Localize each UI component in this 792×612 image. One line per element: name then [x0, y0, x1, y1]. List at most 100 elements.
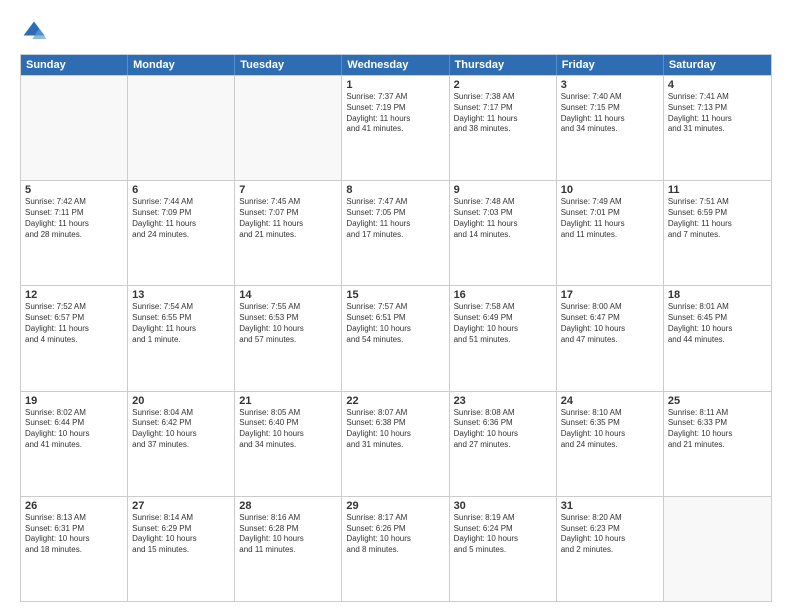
day-cell-30: 30Sunrise: 8:19 AM Sunset: 6:24 PM Dayli… — [450, 497, 557, 601]
day-info: Sunrise: 7:55 AM Sunset: 6:53 PM Dayligh… — [239, 302, 337, 345]
day-number: 2 — [454, 79, 552, 91]
calendar-row-4: 26Sunrise: 8:13 AM Sunset: 6:31 PM Dayli… — [21, 496, 771, 601]
day-cell-19: 19Sunrise: 8:02 AM Sunset: 6:44 PM Dayli… — [21, 392, 128, 496]
calendar-row-0: 1Sunrise: 7:37 AM Sunset: 7:19 PM Daylig… — [21, 75, 771, 180]
day-number: 19 — [25, 395, 123, 407]
day-info: Sunrise: 7:44 AM Sunset: 7:09 PM Dayligh… — [132, 197, 230, 240]
day-cell-31: 31Sunrise: 8:20 AM Sunset: 6:23 PM Dayli… — [557, 497, 664, 601]
day-info: Sunrise: 8:08 AM Sunset: 6:36 PM Dayligh… — [454, 408, 552, 451]
day-number: 22 — [346, 395, 444, 407]
day-cell-3: 3Sunrise: 7:40 AM Sunset: 7:15 PM Daylig… — [557, 76, 664, 180]
day-number: 15 — [346, 289, 444, 301]
day-cell-24: 24Sunrise: 8:10 AM Sunset: 6:35 PM Dayli… — [557, 392, 664, 496]
day-info: Sunrise: 7:52 AM Sunset: 6:57 PM Dayligh… — [25, 302, 123, 345]
day-info: Sunrise: 7:41 AM Sunset: 7:13 PM Dayligh… — [668, 92, 767, 135]
weekday-header-wednesday: Wednesday — [342, 55, 449, 75]
day-cell-25: 25Sunrise: 8:11 AM Sunset: 6:33 PM Dayli… — [664, 392, 771, 496]
day-info: Sunrise: 8:11 AM Sunset: 6:33 PM Dayligh… — [668, 408, 767, 451]
day-cell-16: 16Sunrise: 7:58 AM Sunset: 6:49 PM Dayli… — [450, 286, 557, 390]
day-cell-9: 9Sunrise: 7:48 AM Sunset: 7:03 PM Daylig… — [450, 181, 557, 285]
calendar-row-1: 5Sunrise: 7:42 AM Sunset: 7:11 PM Daylig… — [21, 180, 771, 285]
day-info: Sunrise: 8:14 AM Sunset: 6:29 PM Dayligh… — [132, 513, 230, 556]
day-cell-23: 23Sunrise: 8:08 AM Sunset: 6:36 PM Dayli… — [450, 392, 557, 496]
day-cell-5: 5Sunrise: 7:42 AM Sunset: 7:11 PM Daylig… — [21, 181, 128, 285]
day-cell-8: 8Sunrise: 7:47 AM Sunset: 7:05 PM Daylig… — [342, 181, 449, 285]
day-number: 29 — [346, 500, 444, 512]
day-info: Sunrise: 8:17 AM Sunset: 6:26 PM Dayligh… — [346, 513, 444, 556]
header — [20, 18, 772, 46]
day-cell-13: 13Sunrise: 7:54 AM Sunset: 6:55 PM Dayli… — [128, 286, 235, 390]
day-number: 3 — [561, 79, 659, 91]
day-info: Sunrise: 7:58 AM Sunset: 6:49 PM Dayligh… — [454, 302, 552, 345]
calendar-row-2: 12Sunrise: 7:52 AM Sunset: 6:57 PM Dayli… — [21, 285, 771, 390]
day-cell-4: 4Sunrise: 7:41 AM Sunset: 7:13 PM Daylig… — [664, 76, 771, 180]
logo — [20, 18, 52, 46]
day-info: Sunrise: 7:45 AM Sunset: 7:07 PM Dayligh… — [239, 197, 337, 240]
day-cell-27: 27Sunrise: 8:14 AM Sunset: 6:29 PM Dayli… — [128, 497, 235, 601]
day-cell-empty-0-2 — [235, 76, 342, 180]
day-number: 6 — [132, 184, 230, 196]
weekday-header-saturday: Saturday — [664, 55, 771, 75]
calendar-header: SundayMondayTuesdayWednesdayThursdayFrid… — [21, 55, 771, 75]
day-info: Sunrise: 8:04 AM Sunset: 6:42 PM Dayligh… — [132, 408, 230, 451]
day-info: Sunrise: 7:38 AM Sunset: 7:17 PM Dayligh… — [454, 92, 552, 135]
day-info: Sunrise: 8:07 AM Sunset: 6:38 PM Dayligh… — [346, 408, 444, 451]
day-cell-empty-4-6 — [664, 497, 771, 601]
day-cell-10: 10Sunrise: 7:49 AM Sunset: 7:01 PM Dayli… — [557, 181, 664, 285]
day-cell-empty-0-0 — [21, 76, 128, 180]
day-cell-20: 20Sunrise: 8:04 AM Sunset: 6:42 PM Dayli… — [128, 392, 235, 496]
day-number: 8 — [346, 184, 444, 196]
day-number: 4 — [668, 79, 767, 91]
day-number: 18 — [668, 289, 767, 301]
day-info: Sunrise: 8:19 AM Sunset: 6:24 PM Dayligh… — [454, 513, 552, 556]
day-number: 13 — [132, 289, 230, 301]
day-number: 20 — [132, 395, 230, 407]
logo-icon — [20, 18, 48, 46]
day-cell-21: 21Sunrise: 8:05 AM Sunset: 6:40 PM Dayli… — [235, 392, 342, 496]
day-cell-empty-0-1 — [128, 76, 235, 180]
day-cell-14: 14Sunrise: 7:55 AM Sunset: 6:53 PM Dayli… — [235, 286, 342, 390]
day-number: 12 — [25, 289, 123, 301]
day-info: Sunrise: 7:51 AM Sunset: 6:59 PM Dayligh… — [668, 197, 767, 240]
day-cell-17: 17Sunrise: 8:00 AM Sunset: 6:47 PM Dayli… — [557, 286, 664, 390]
weekday-header-thursday: Thursday — [450, 55, 557, 75]
day-info: Sunrise: 7:57 AM Sunset: 6:51 PM Dayligh… — [346, 302, 444, 345]
day-info: Sunrise: 7:49 AM Sunset: 7:01 PM Dayligh… — [561, 197, 659, 240]
day-cell-6: 6Sunrise: 7:44 AM Sunset: 7:09 PM Daylig… — [128, 181, 235, 285]
day-cell-18: 18Sunrise: 8:01 AM Sunset: 6:45 PM Dayli… — [664, 286, 771, 390]
day-info: Sunrise: 8:10 AM Sunset: 6:35 PM Dayligh… — [561, 408, 659, 451]
day-info: Sunrise: 7:54 AM Sunset: 6:55 PM Dayligh… — [132, 302, 230, 345]
calendar-row-3: 19Sunrise: 8:02 AM Sunset: 6:44 PM Dayli… — [21, 391, 771, 496]
day-info: Sunrise: 7:40 AM Sunset: 7:15 PM Dayligh… — [561, 92, 659, 135]
day-info: Sunrise: 7:37 AM Sunset: 7:19 PM Dayligh… — [346, 92, 444, 135]
day-number: 10 — [561, 184, 659, 196]
day-cell-22: 22Sunrise: 8:07 AM Sunset: 6:38 PM Dayli… — [342, 392, 449, 496]
day-number: 27 — [132, 500, 230, 512]
day-cell-29: 29Sunrise: 8:17 AM Sunset: 6:26 PM Dayli… — [342, 497, 449, 601]
day-info: Sunrise: 7:47 AM Sunset: 7:05 PM Dayligh… — [346, 197, 444, 240]
day-info: Sunrise: 8:13 AM Sunset: 6:31 PM Dayligh… — [25, 513, 123, 556]
day-cell-2: 2Sunrise: 7:38 AM Sunset: 7:17 PM Daylig… — [450, 76, 557, 180]
day-number: 23 — [454, 395, 552, 407]
page: SundayMondayTuesdayWednesdayThursdayFrid… — [0, 0, 792, 612]
calendar-body: 1Sunrise: 7:37 AM Sunset: 7:19 PM Daylig… — [21, 75, 771, 601]
day-number: 1 — [346, 79, 444, 91]
day-info: Sunrise: 7:42 AM Sunset: 7:11 PM Dayligh… — [25, 197, 123, 240]
day-number: 16 — [454, 289, 552, 301]
day-number: 11 — [668, 184, 767, 196]
day-number: 9 — [454, 184, 552, 196]
day-cell-28: 28Sunrise: 8:16 AM Sunset: 6:28 PM Dayli… — [235, 497, 342, 601]
weekday-header-sunday: Sunday — [21, 55, 128, 75]
day-cell-1: 1Sunrise: 7:37 AM Sunset: 7:19 PM Daylig… — [342, 76, 449, 180]
day-number: 14 — [239, 289, 337, 301]
day-number: 21 — [239, 395, 337, 407]
day-number: 28 — [239, 500, 337, 512]
day-info: Sunrise: 8:20 AM Sunset: 6:23 PM Dayligh… — [561, 513, 659, 556]
day-cell-11: 11Sunrise: 7:51 AM Sunset: 6:59 PM Dayli… — [664, 181, 771, 285]
day-number: 25 — [668, 395, 767, 407]
day-number: 26 — [25, 500, 123, 512]
day-number: 7 — [239, 184, 337, 196]
day-cell-7: 7Sunrise: 7:45 AM Sunset: 7:07 PM Daylig… — [235, 181, 342, 285]
day-cell-26: 26Sunrise: 8:13 AM Sunset: 6:31 PM Dayli… — [21, 497, 128, 601]
day-info: Sunrise: 8:00 AM Sunset: 6:47 PM Dayligh… — [561, 302, 659, 345]
